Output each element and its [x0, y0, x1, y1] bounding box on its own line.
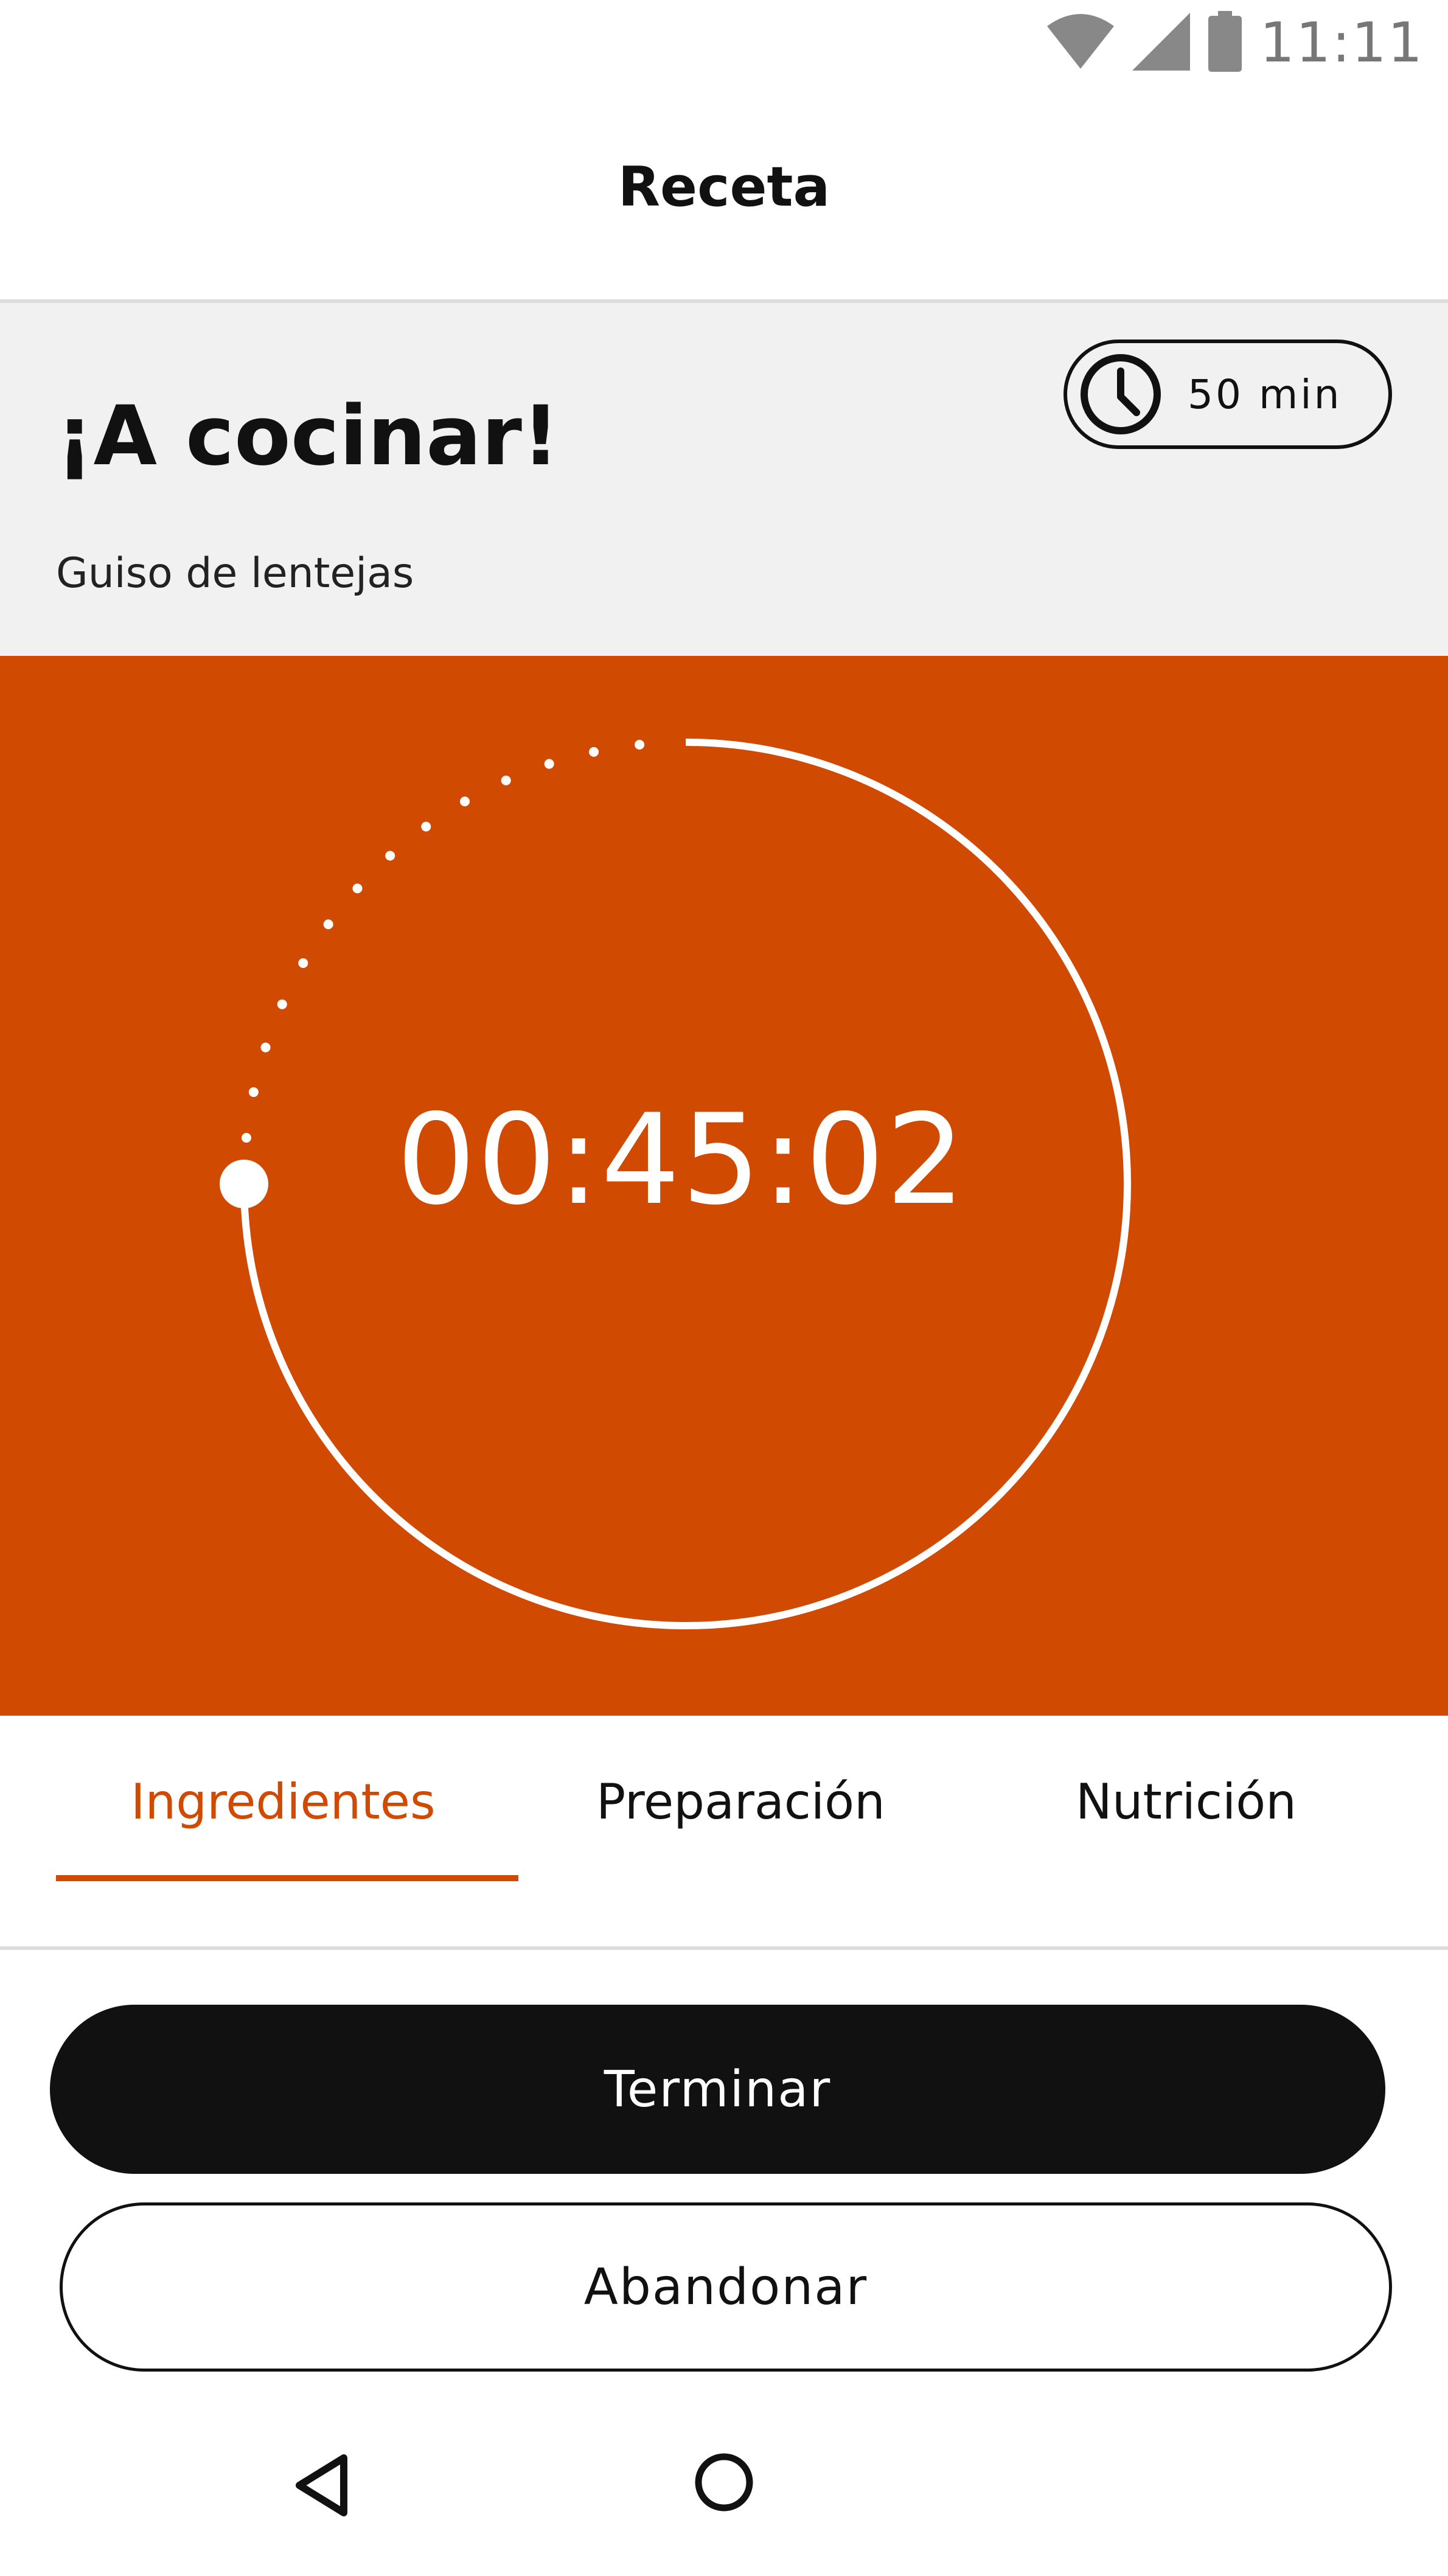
timer-elapsed-dot	[260, 1042, 271, 1053]
status-time: 11:11	[1259, 10, 1424, 75]
system-nav-bar	[0, 2409, 1448, 2576]
timer-elapsed-dot	[589, 747, 599, 757]
timer-elapsed-dot	[323, 919, 333, 930]
duration-label: 50 min	[1188, 371, 1342, 418]
app-bar: Receta	[0, 85, 1448, 303]
tab-nutricion[interactable]: Nutrición	[1076, 1774, 1297, 1830]
timer-elapsed-dot	[248, 1087, 259, 1098]
timer-elapsed-dot	[501, 775, 511, 785]
tab-ingredientes[interactable]: Ingredientes	[131, 1774, 436, 1830]
recipe-tabs: Ingredientes Preparación Nutrición	[0, 1716, 1448, 1950]
tab-preparacion[interactable]: Preparación	[596, 1774, 885, 1830]
duration-badge: 50 min	[1063, 339, 1392, 449]
timer-display: 00:45:02	[396, 1088, 967, 1233]
timer-elapsed-dot	[635, 739, 645, 750]
home-icon[interactable]	[694, 2452, 754, 2513]
timer-elapsed-dot	[298, 958, 308, 968]
timer-progress-knob[interactable]	[220, 1160, 268, 1208]
timer-elapsed-dot	[385, 851, 395, 861]
cell-signal-icon	[1132, 12, 1190, 73]
timer-elapsed-dot	[544, 759, 554, 769]
timer-elapsed-dot	[352, 883, 363, 894]
timer-elapsed-dot	[421, 821, 431, 832]
wifi-icon	[1046, 14, 1114, 71]
recipe-heading: ¡A cocinar!	[56, 388, 560, 484]
timer-elapsed-dot	[277, 999, 287, 1009]
back-icon[interactable]	[292, 2452, 353, 2519]
status-icons: 11:11	[1046, 6, 1424, 79]
recipe-name: Guiso de lentejas	[56, 549, 414, 597]
abandon-button[interactable]: Abandonar	[60, 2202, 1392, 2372]
battery-icon	[1208, 11, 1242, 74]
timer-panel: 00:45:02	[0, 656, 1448, 1716]
timer-elapsed-dot	[241, 1133, 251, 1143]
recipe-header: ¡A cocinar! Guiso de lentejas 50 min	[0, 303, 1448, 656]
clock-icon	[1081, 354, 1161, 434]
active-tab-indicator	[56, 1875, 518, 1881]
page-title: Receta	[618, 155, 830, 219]
timer-elapsed-dot	[460, 796, 470, 807]
finish-button[interactable]: Terminar	[50, 2005, 1385, 2174]
status-bar: 11:11	[0, 0, 1448, 85]
